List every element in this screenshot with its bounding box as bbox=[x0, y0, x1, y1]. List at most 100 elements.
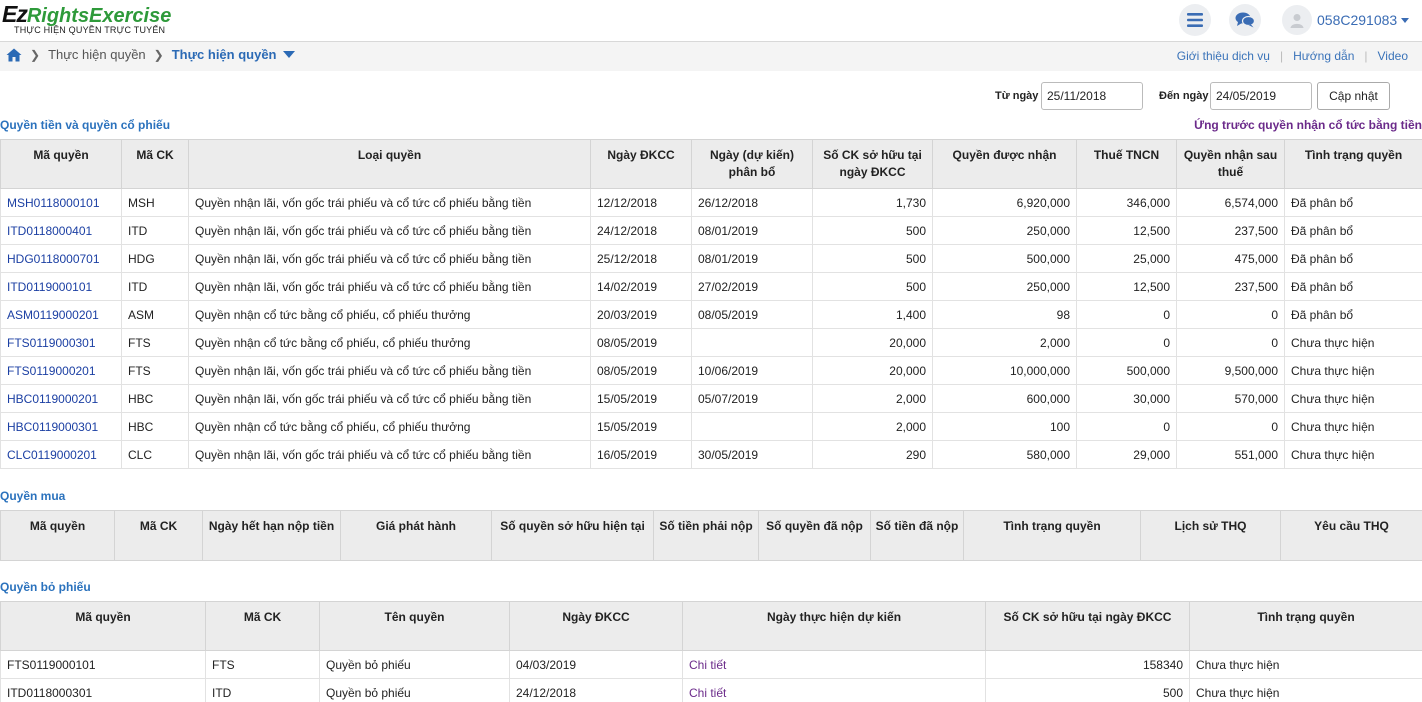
table-cell: 29,000 bbox=[1076, 440, 1177, 469]
table-cell: 15/05/2019 bbox=[590, 384, 692, 413]
cell-link[interactable]: HDG0118000701 bbox=[0, 244, 122, 273]
menu-button[interactable] bbox=[1179, 4, 1211, 36]
table-cell: 26/12/2018 bbox=[691, 188, 813, 217]
column-header: Mã CK bbox=[114, 510, 203, 561]
table-cell: 9,500,000 bbox=[1176, 356, 1285, 385]
cell-link[interactable]: CLC0119000201 bbox=[0, 440, 122, 469]
table-cell: 15/05/2019 bbox=[590, 412, 692, 441]
table-cell: Quyền nhận lãi, vốn gốc trái phiếu và cổ… bbox=[188, 272, 591, 301]
user-avatar-icon bbox=[1282, 5, 1312, 35]
update-button[interactable]: Cập nhật bbox=[1317, 82, 1390, 110]
table-cell: Đã phân bổ bbox=[1284, 244, 1422, 273]
breadcrumb-level1[interactable]: Thực hiện quyền bbox=[48, 47, 146, 62]
table-cell: 0 bbox=[1176, 300, 1285, 329]
cell-link[interactable]: FTS0119000201 bbox=[0, 356, 122, 385]
table-cell: Chưa thực hiện bbox=[1284, 356, 1422, 385]
table-cell: 25/12/2018 bbox=[590, 244, 692, 273]
table-header-row: Mã quyền Mã CK Loại quyền Ngày ĐKCC Ngày (dự… bbox=[0, 139, 1422, 189]
table-row[interactable]: ITD0118000301 ITD Quyền bỏ phiếu 24/12/2018… bbox=[0, 678, 1422, 702]
column-header: Mã quyền bbox=[0, 601, 206, 651]
table-cell: Đã phân bổ bbox=[1284, 188, 1422, 217]
cell-link[interactable]: FTS0119000301 bbox=[0, 328, 122, 357]
table-row[interactable]: ASM0119000201 ASM Quyền nhận cổ tức bằng c… bbox=[0, 300, 1422, 329]
home-icon[interactable] bbox=[6, 48, 22, 62]
table-row[interactable]: HBC0119000301 HBC Quyền nhận cổ tức bằng c… bbox=[0, 412, 1422, 441]
divider: | bbox=[1279, 49, 1284, 63]
table-cell: 6,920,000 bbox=[932, 188, 1077, 217]
table-row[interactable]: MSH0118000101 MSH Quyền nhận lãi, vốn gốc … bbox=[0, 188, 1422, 217]
column-header: Số tiền đã nộp bbox=[870, 510, 964, 561]
cell-link[interactable]: ITD0118000401 bbox=[0, 216, 122, 245]
breadcrumb: ❯ Thực hiện quyền ❯ Thực hiện quyền bbox=[6, 47, 295, 62]
table-cell: FTS bbox=[121, 328, 189, 357]
table-cell: 500 bbox=[812, 272, 933, 301]
table-cell: Chưa thực hiện bbox=[1284, 440, 1422, 469]
table-cell: CLC bbox=[121, 440, 189, 469]
table-row[interactable]: ITD0118000401 ITD Quyền nhận lãi, vốn gốc … bbox=[0, 216, 1422, 245]
table-cell: 250,000 bbox=[932, 216, 1077, 245]
link-guide[interactable]: Hướng dẫn bbox=[1293, 49, 1354, 63]
column-header: Loại quyền bbox=[188, 139, 591, 189]
table-cell: Chưa thực hiện bbox=[1284, 384, 1422, 413]
link-video[interactable]: Video bbox=[1378, 49, 1408, 63]
table-cell: 237,500 bbox=[1176, 272, 1285, 301]
table-cell: 290 bbox=[812, 440, 933, 469]
table-cell bbox=[691, 328, 813, 357]
from-date-input[interactable] bbox=[1041, 82, 1143, 110]
breadcrumb-level2[interactable]: Thực hiện quyền bbox=[172, 47, 277, 62]
cell-link[interactable]: Chi tiết bbox=[682, 650, 986, 679]
cell-link[interactable]: MSH0118000101 bbox=[0, 188, 122, 217]
table-cell: Quyền nhận lãi, vốn gốc trái phiếu và cổ… bbox=[188, 216, 591, 245]
table-header-row: Mã quyền Mã CK Ngày hết hạn nộp tiền Giá ph… bbox=[0, 510, 1422, 561]
table-cell: Chưa thực hiện bbox=[1284, 412, 1422, 441]
table-cell: 20,000 bbox=[812, 356, 933, 385]
table-row[interactable]: ITD0119000101 ITD Quyền nhận lãi, vốn gốc … bbox=[0, 272, 1422, 301]
table-cell: 237,500 bbox=[1176, 216, 1285, 245]
table-cell: 10,000,000 bbox=[932, 356, 1077, 385]
table-cell: Quyền bỏ phiếu bbox=[319, 678, 510, 702]
chat-button[interactable] bbox=[1229, 4, 1261, 36]
cell-link[interactable]: HBC0119000201 bbox=[0, 384, 122, 413]
user-menu[interactable]: 058C291083 bbox=[1282, 4, 1410, 36]
purchase-rights-table: Mã quyền Mã CK Ngày hết hạn nộp tiền Giá ph… bbox=[0, 510, 1422, 561]
logo-prefix: Ez bbox=[2, 1, 28, 27]
cell-link[interactable]: HBC0119000301 bbox=[0, 412, 122, 441]
top-header: EzRightsExercise THỰC HIỆN QUYỀN TRỰC TU… bbox=[0, 0, 1422, 42]
table-cell: Quyền nhận lãi, vốn gốc trái phiếu và cổ… bbox=[188, 356, 591, 385]
cell-link[interactable]: ASM0119000201 bbox=[0, 300, 122, 329]
table-cell: 08/05/2019 bbox=[590, 328, 692, 357]
table-cell: Chưa thực hiện bbox=[1189, 650, 1422, 679]
table-cell: Chưa thực hiện bbox=[1284, 328, 1422, 357]
column-header: Số CK sở hữu tại ngày ĐKCC bbox=[985, 601, 1190, 651]
table-cell: 27/02/2019 bbox=[691, 272, 813, 301]
table-row[interactable]: FTS0119000301 FTS Quyền nhận cổ tức bằng c… bbox=[0, 328, 1422, 357]
table-cell: 08/05/2019 bbox=[590, 356, 692, 385]
table-row[interactable]: FTS0119000101 FTS Quyền bỏ phiếu 04/03/2019… bbox=[0, 650, 1422, 679]
table-cell: Quyền nhận lãi, vốn gốc trái phiếu và cổ… bbox=[188, 384, 591, 413]
table-cell: HDG bbox=[121, 244, 189, 273]
column-header: Ngày (dự kiến) phân bổ bbox=[691, 139, 813, 189]
to-date-input[interactable] bbox=[1210, 82, 1312, 110]
table-cell: Đã phân bổ bbox=[1284, 216, 1422, 245]
advance-dividend-link[interactable]: Ứng trước quyền nhận cổ tức bằng tiền bbox=[1194, 118, 1422, 132]
app-logo[interactable]: EzRightsExercise bbox=[2, 1, 171, 28]
table-cell: MSH bbox=[121, 188, 189, 217]
cell-link[interactable]: Chi tiết bbox=[682, 678, 986, 702]
cell-link[interactable]: ITD0119000101 bbox=[0, 272, 122, 301]
column-header: Mã quyền bbox=[0, 139, 122, 189]
table-cell: 250,000 bbox=[932, 272, 1077, 301]
table-cell: ITD0118000301 bbox=[0, 678, 206, 702]
section-title-cash-stock: Quyền tiền và quyền cổ phiếu bbox=[0, 118, 171, 132]
column-header: Số tiền phải nộp bbox=[653, 510, 759, 561]
caret-down-icon[interactable] bbox=[282, 51, 295, 58]
table-row[interactable]: FTS0119000201 FTS Quyền nhận lãi, vốn gốc … bbox=[0, 356, 1422, 385]
link-intro[interactable]: Giới thiệu dịch vụ bbox=[1177, 49, 1270, 63]
to-date-label: Đến ngày bbox=[1159, 90, 1209, 102]
table-cell: Quyền nhận cổ tức bằng cổ phiếu, cổ phiế… bbox=[188, 328, 591, 357]
column-header: Lịch sử THQ bbox=[1140, 510, 1281, 561]
table-row[interactable]: HBC0119000201 HBC Quyền nhận lãi, vốn gốc … bbox=[0, 384, 1422, 413]
table-cell: 500,000 bbox=[932, 244, 1077, 273]
table-row[interactable]: HDG0118000701 HDG Quyền nhận lãi, vốn gốc … bbox=[0, 244, 1422, 273]
table-row[interactable]: CLC0119000201 CLC Quyền nhận lãi, vốn gốc … bbox=[0, 440, 1422, 469]
table-cell: HBC bbox=[121, 384, 189, 413]
